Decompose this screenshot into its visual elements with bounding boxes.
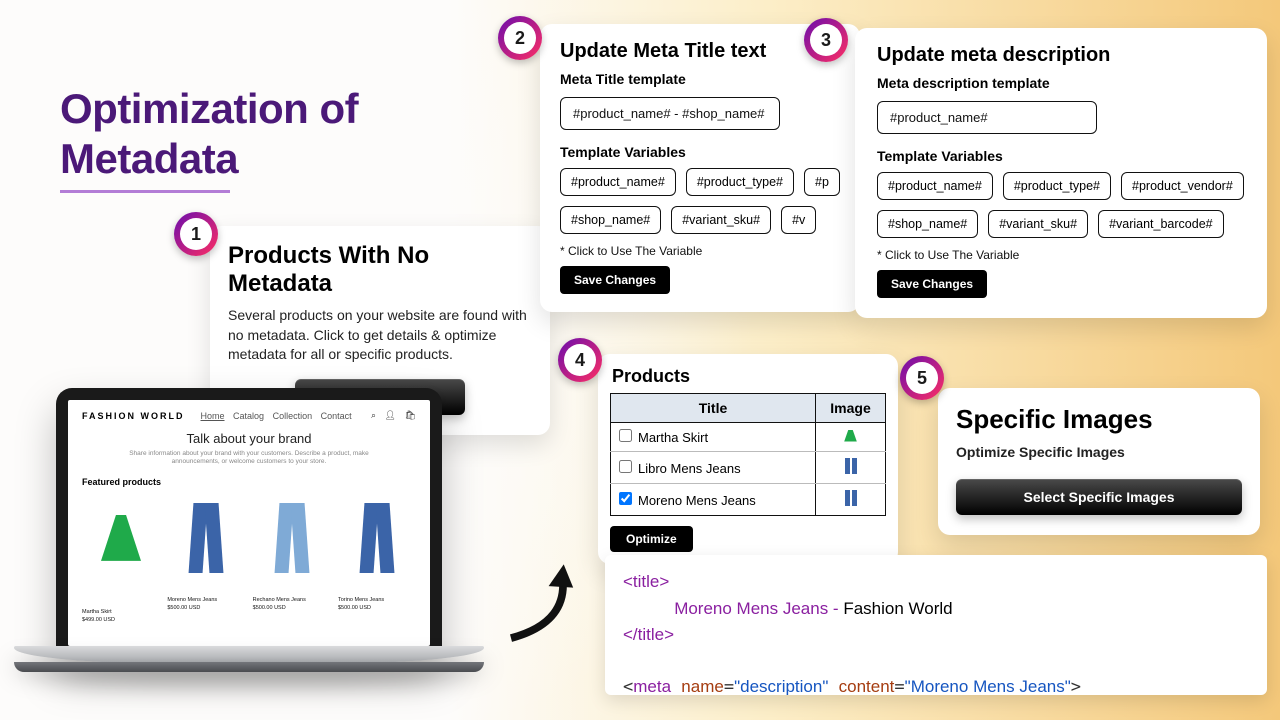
var-chip[interactable]: #product_type# (1003, 172, 1111, 200)
var-chip[interactable]: #p (804, 168, 840, 196)
template-variables-label: Template Variables (560, 144, 840, 160)
table-header-image: Image (816, 394, 886, 423)
meta-desc-template-input[interactable] (877, 101, 1097, 134)
table-header-title: Title (611, 394, 816, 423)
var-chip[interactable]: #product_name# (560, 168, 676, 196)
product-card[interactable]: Rechano Mens Jeans $500.00 USD (253, 493, 331, 623)
product-name: Torino Mens Jeans (338, 597, 416, 603)
product-title: Libro Mens Jeans (638, 461, 741, 476)
save-changes-button[interactable]: Save Changes (560, 266, 670, 294)
product-thumbnail (816, 423, 886, 452)
var-chip[interactable]: #variant_sku# (671, 206, 771, 234)
card-meta-description: Update meta description Meta description… (855, 28, 1267, 318)
product-price: $500.00 USD (167, 605, 245, 611)
var-chip[interactable]: #variant_sku# (988, 210, 1088, 238)
step-2-badge (498, 16, 542, 60)
template-variables-2: #product_name# #product_type# #p #shop_n… (560, 168, 840, 234)
card-1-title: Products With No Metadata (228, 242, 532, 298)
var-chip[interactable]: #product_type# (686, 168, 794, 196)
click-variable-note: * Click to Use The Variable (877, 248, 1245, 262)
site-nav: Home Catalog Collection Contact (195, 411, 352, 421)
var-chip[interactable]: #shop_name# (877, 210, 978, 238)
site-logo-text: FASHION WORLD (82, 411, 185, 421)
meta-title-template-input[interactable] (560, 97, 780, 130)
product-card[interactable]: Martha Skirt $499.00 USD (82, 493, 160, 623)
card-2-title: Update Meta Title text (560, 40, 840, 63)
select-specific-images-button[interactable]: Select Specific Images (956, 479, 1242, 515)
step-3-badge (804, 18, 848, 62)
table-row[interactable]: Moreno Mens Jeans (611, 484, 886, 516)
table-row[interactable]: Martha Skirt (611, 423, 886, 452)
product-price: $499.00 USD (82, 617, 160, 623)
product-price: $500.00 USD (338, 605, 416, 611)
laptop-base-front (14, 662, 484, 672)
var-chip[interactable]: #product_name# (877, 172, 993, 200)
laptop-preview: FASHION WORLD Home Catalog Collection Co… (14, 388, 484, 708)
product-thumbnail (816, 484, 886, 516)
product-name: Moreno Mens Jeans (167, 597, 245, 603)
product-title: Moreno Mens Jeans (638, 493, 756, 508)
search-icon[interactable]: ⌕ (371, 410, 376, 420)
page-title: Optimization of Metadata (60, 84, 358, 183)
var-chip[interactable]: #v (781, 206, 816, 234)
product-card[interactable]: Torino Mens Jeans $500.00 USD (338, 493, 416, 623)
optimize-button[interactable]: Optimize (610, 526, 693, 552)
product-image (339, 503, 415, 593)
nav-link[interactable]: Collection (273, 411, 313, 421)
product-image (168, 503, 244, 593)
nav-link[interactable]: Catalog (233, 411, 264, 421)
product-thumbnail (816, 452, 886, 484)
code-output: <title> Moreno Mens Jeans - Fashion Worl… (605, 555, 1267, 695)
product-checkbox[interactable] (619, 460, 632, 473)
card-5-blurb: Optimize Specific Images (956, 443, 1242, 463)
step-4-badge (558, 338, 602, 382)
hero-title: Talk about your brand (82, 431, 416, 446)
product-name: Martha Skirt (82, 609, 160, 615)
product-card[interactable]: Moreno Mens Jeans $500.00 USD (167, 493, 245, 623)
table-row[interactable]: Libro Mens Jeans (611, 452, 886, 484)
step-1-badge (174, 212, 218, 256)
cart-icon[interactable]: 🛍︎ (405, 410, 416, 420)
template-variables-label: Template Variables (877, 148, 1245, 164)
save-changes-button[interactable]: Save Changes (877, 270, 987, 298)
product-title: Martha Skirt (638, 430, 708, 445)
card-products-list: Products Title Image Martha Skirt Libro M… (598, 354, 898, 564)
hero-subtitle: Share information about your brand with … (119, 450, 379, 467)
product-price: $500.00 USD (253, 605, 331, 611)
card-3-title: Update meta description (877, 44, 1245, 67)
var-chip[interactable]: #shop_name# (560, 206, 661, 234)
step-5-badge (900, 356, 944, 400)
nav-link[interactable]: Home (201, 411, 225, 421)
meta-desc-template-label: Meta description template (877, 75, 1245, 91)
nav-link[interactable]: Contact (321, 411, 352, 421)
product-image (83, 515, 159, 605)
featured-products-label: Featured products (82, 477, 416, 487)
card-specific-images: Specific Images Optimize Specific Images… (938, 388, 1260, 535)
heading-underline (60, 190, 230, 193)
click-variable-note: * Click to Use The Variable (560, 244, 840, 258)
card-meta-title: Update Meta Title text Meta Title templa… (540, 24, 860, 312)
product-name: Rechano Mens Jeans (253, 597, 331, 603)
product-image (254, 503, 330, 593)
product-checkbox[interactable] (619, 492, 632, 505)
website-preview-screen: FASHION WORLD Home Catalog Collection Co… (68, 400, 430, 646)
product-checkbox[interactable] (619, 429, 632, 442)
products-table: Title Image Martha Skirt Libro Mens Jeans… (610, 393, 886, 516)
var-chip[interactable]: #variant_barcode# (1098, 210, 1224, 238)
products-title: Products (610, 366, 886, 387)
template-variables-3: #product_name# #product_type# #product_v… (877, 172, 1245, 238)
meta-title-template-label: Meta Title template (560, 71, 840, 87)
card-1-blurb: Several products on your website are fou… (228, 306, 532, 365)
var-chip[interactable]: #product_vendor# (1121, 172, 1244, 200)
user-icon[interactable]: 👤︎ (385, 410, 396, 420)
card-5-title: Specific Images (956, 404, 1242, 435)
